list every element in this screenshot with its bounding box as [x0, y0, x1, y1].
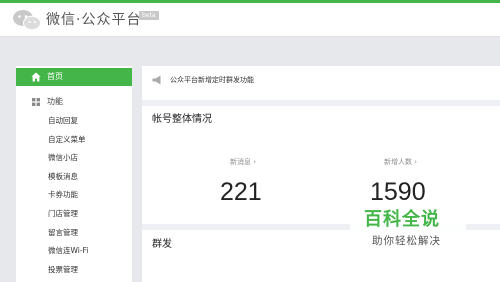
- new-messages-label: 新消息: [230, 158, 251, 166]
- wechat-logo-icon: [13, 10, 41, 31]
- sidebar-item-label: 首页: [47, 72, 63, 81]
- watermark-title: 百科全说: [364, 209, 440, 230]
- chevron-right-icon: ›: [253, 158, 257, 166]
- sidebar-item-wechat-store[interactable]: 微信小店: [16, 149, 132, 168]
- sidebar-group-features: 功能: [16, 94, 132, 110]
- sidebar-item-custom-menu[interactable]: 自定义菜单: [16, 131, 132, 150]
- sidebar-group-label: 功能: [47, 97, 63, 106]
- beta-badge: beta: [139, 11, 159, 20]
- new-followers-value: 1590: [370, 178, 426, 206]
- watermark-subtitle: 助你轻松解决: [372, 235, 441, 247]
- speaker-icon: [152, 75, 161, 85]
- sidebar-item-store-management[interactable]: 门店管理: [16, 205, 132, 224]
- notice-bar[interactable]: 公众平台新增定时群发功能: [142, 66, 500, 96]
- brand-title: 微信·公众平台: [46, 12, 142, 28]
- grid-icon: [32, 98, 40, 106]
- sidebar-item-comment-management[interactable]: 留言管理: [16, 224, 132, 243]
- watermark: 百科全说 助你轻松解决: [350, 206, 466, 260]
- account-overview-title: 帐号整体情况: [152, 114, 212, 125]
- sidebar-item-vote-management[interactable]: 投票管理: [16, 261, 132, 280]
- new-messages-value: 221: [220, 178, 262, 206]
- new-followers-label: 新增人数: [384, 158, 412, 166]
- new-messages-link[interactable]: 新消息 ›: [230, 157, 256, 167]
- chevron-right-icon: ›: [414, 158, 418, 166]
- sidebar-item-coupons[interactable]: 卡券功能: [16, 186, 132, 205]
- sidebar-item-template-message[interactable]: 模板消息: [16, 168, 132, 187]
- header: 微信·公众平台 beta: [0, 3, 500, 37]
- sidebar: 首页 功能 自动回复 自定义菜单 微信小店 模板消息 卡券功能 门店管理 留言管…: [16, 66, 132, 282]
- sidebar-item-auto-reply[interactable]: 自动回复: [16, 112, 132, 131]
- sidebar-item-home[interactable]: 首页: [16, 68, 132, 86]
- section-divider: [142, 100, 500, 106]
- sidebar-subnav: 自动回复 自定义菜单 微信小店 模板消息 卡券功能 门店管理 留言管理 微信连W…: [16, 112, 132, 279]
- new-followers-link[interactable]: 新增人数 ›: [384, 157, 417, 167]
- home-icon: [31, 72, 41, 82]
- broadcast-section-title: 群发: [152, 239, 172, 250]
- notice-text[interactable]: 公众平台新增定时群发功能: [170, 74, 254, 86]
- sidebar-item-wifi[interactable]: 微信连Wi-Fi: [16, 242, 132, 261]
